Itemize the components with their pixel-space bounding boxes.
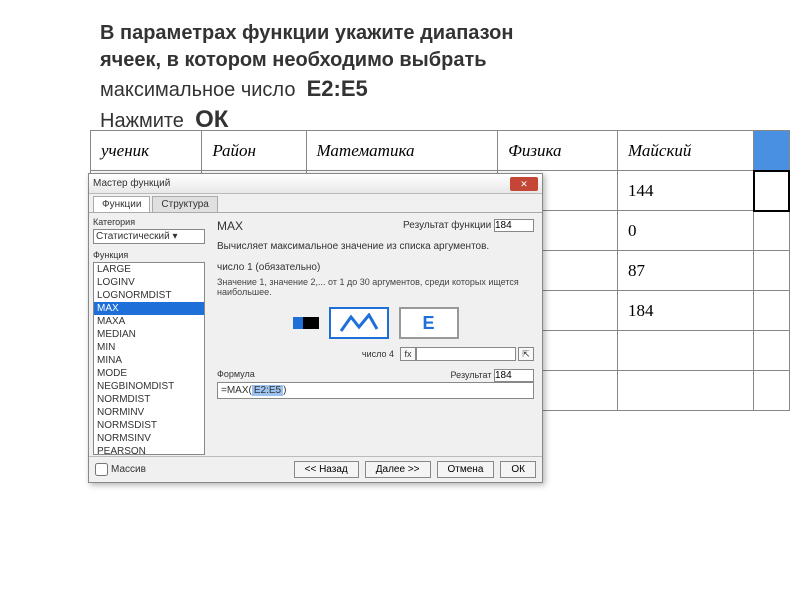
list-item[interactable]: MEDIAN <box>94 328 204 341</box>
col-header: Математика <box>306 131 498 171</box>
category-label: Категория <box>93 217 205 227</box>
list-item[interactable]: NORMDIST <box>94 393 204 406</box>
arg4-input[interactable] <box>416 347 516 361</box>
list-item[interactable]: NORMSDIST <box>94 419 204 432</box>
next-button[interactable]: Далее >> <box>365 461 431 478</box>
cell[interactable]: 184 <box>617 291 753 331</box>
list-item[interactable]: MINA <box>94 354 204 367</box>
header-row: ученик Район Математика Физика Майский <box>91 131 790 171</box>
left-panel: Категория Статистический ▾ Функция LARGE… <box>89 213 209 459</box>
back-button[interactable]: << Назад <box>294 461 359 478</box>
dialog-tabs: Функции Структура <box>89 194 542 213</box>
function-label: Функция <box>93 250 205 260</box>
list-item[interactable]: LOGNORMDIST <box>94 289 204 302</box>
tab-structure[interactable]: Структура <box>152 196 217 212</box>
formula-label: Формула <box>217 369 255 379</box>
button-row: Массив << Назад Далее >> Отмена ОК <box>89 456 542 482</box>
cell[interactable]: 0 <box>617 211 753 251</box>
arg-title: число 1 (обязательно) <box>217 262 534 273</box>
list-item[interactable]: NEGBINOMDIST <box>94 380 204 393</box>
arg4-label: число 4 <box>339 349 394 359</box>
dialog-title: Мастер функций <box>93 178 510 189</box>
tab-functions[interactable]: Функции <box>93 196 150 212</box>
list-item[interactable]: LOGINV <box>94 276 204 289</box>
function-description: Вычисляет максимальное значение из списк… <box>217 241 534 252</box>
chip-icon <box>303 317 319 329</box>
list-item[interactable]: NORMSINV <box>94 432 204 445</box>
thumb-selected[interactable] <box>329 307 389 339</box>
cell[interactable]: 87 <box>617 251 753 291</box>
col-header: ученик <box>91 131 202 171</box>
right-panel: MAX Результат функции Вычисляет максимал… <box>209 213 542 459</box>
active-cell[interactable] <box>754 171 790 211</box>
formula-input[interactable]: =MAX(E2:E5) <box>217 382 534 399</box>
instruction-text: В параметрах функции укажите диапазон яч… <box>100 20 620 136</box>
formula-section: Формула Результат =MAX(E2:E5) <box>217 369 534 399</box>
list-item[interactable]: NORMINV <box>94 406 204 419</box>
function-name: MAX <box>217 219 243 233</box>
col-header-selected <box>754 131 790 171</box>
col-header: Район <box>202 131 306 171</box>
arg-description: Значение 1, значение 2,... от 1 до 30 ар… <box>217 277 534 297</box>
list-item[interactable]: PEARSON <box>94 445 204 455</box>
col-header: Майский <box>617 131 753 171</box>
array-checkbox[interactable]: Массив <box>95 463 146 476</box>
result-field <box>494 219 534 232</box>
col-header: Физика <box>498 131 618 171</box>
function-wizard-dialog: Мастер функций ✕ Функции Структура Катег… <box>88 173 543 483</box>
thumbnails: E <box>217 307 534 339</box>
close-icon[interactable]: ✕ <box>510 177 538 191</box>
list-item[interactable]: MAXA <box>94 315 204 328</box>
shrink-icon[interactable]: ⇱ <box>518 347 534 361</box>
list-item[interactable]: MODE <box>94 367 204 380</box>
list-item[interactable]: MIN <box>94 341 204 354</box>
cancel-button[interactable]: Отмена <box>437 461 495 478</box>
fx-button[interactable]: fx <box>400 347 416 361</box>
category-select[interactable]: Статистический ▾ <box>93 229 205 244</box>
result2-field <box>494 369 534 382</box>
list-item[interactable]: LARGE <box>94 263 204 276</box>
function-list[interactable]: LARGE LOGINV LOGNORMDIST MAX MAXA MEDIAN… <box>93 262 205 455</box>
dialog-titlebar[interactable]: Мастер функций ✕ <box>89 174 542 194</box>
cell[interactable]: 144 <box>617 171 753 211</box>
list-item-selected[interactable]: MAX <box>94 302 204 315</box>
thumb[interactable]: E <box>399 307 459 339</box>
ok-button[interactable]: ОК <box>500 461 536 478</box>
